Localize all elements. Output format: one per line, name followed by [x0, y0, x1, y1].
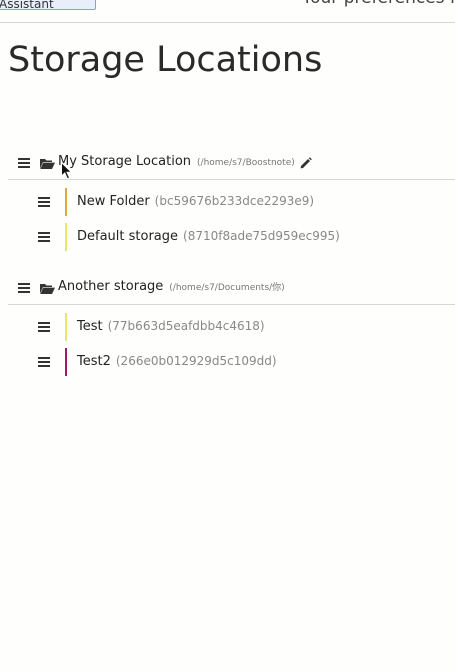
- folder-open-icon: [40, 284, 55, 294]
- drag-handle-icon[interactable]: [38, 197, 50, 207]
- folder-color-bar: [65, 313, 67, 341]
- storage-name: My Storage Location: [58, 154, 192, 169]
- storage-header-another-storage[interactable]: Another storage (/home/s7/Documents/你): [8, 270, 455, 305]
- storage-name: Another storage: [58, 279, 164, 294]
- folder-color-bar: [65, 223, 67, 251]
- assistant-button[interactable]: Assistant: [0, 0, 96, 10]
- folder-row-test[interactable]: Test (77b663d5eafdbb4c4618): [0, 311, 455, 341]
- folder-name: New Folder: [77, 194, 150, 209]
- drag-handle-icon[interactable]: [38, 322, 50, 332]
- folder-color-bar: [65, 188, 67, 216]
- preferences-heading: Your preferences fo: [302, 0, 455, 8]
- drag-handle-icon[interactable]: [18, 158, 30, 168]
- storage-path: (/home/s7/Boostnote): [197, 158, 295, 168]
- folder-name: Test2: [77, 354, 111, 369]
- folder-row-test2[interactable]: Test2 (266e0b012929d5c109dd): [0, 346, 455, 376]
- drag-handle-icon[interactable]: [38, 232, 50, 242]
- folder-key: (8710f8ade75d959ec995): [183, 229, 340, 243]
- folder-open-icon: [40, 159, 55, 169]
- folder-key: (77b663d5eafdbb4c4618): [107, 319, 265, 333]
- folder-key: (266e0b012929d5c109dd): [115, 354, 277, 368]
- folder-name: Test: [77, 319, 103, 334]
- storage-path: (/home/s7/Documents/你): [169, 283, 285, 293]
- page-title: Storage Locations: [8, 40, 323, 80]
- drag-handle-icon[interactable]: [38, 357, 50, 367]
- folder-key: (bc59676b233dce2293e9): [154, 194, 315, 208]
- folder-name: Default storage: [77, 229, 179, 244]
- top-bar: Assistant Your preferences fo: [0, 0, 455, 23]
- folder-row-new-folder[interactable]: New Folder (bc59676b233dce2293e9): [0, 186, 455, 216]
- folder-row-default-storage[interactable]: Default storage (8710f8ade75d959ec995): [0, 221, 455, 251]
- drag-handle-icon[interactable]: [18, 283, 30, 293]
- mouse-cursor-icon: [61, 162, 73, 180]
- pencil-icon[interactable]: [300, 157, 312, 169]
- folder-color-bar: [65, 348, 67, 376]
- storage-header-my-storage-location[interactable]: My Storage Location (/home/s7/Boostnote): [8, 145, 455, 180]
